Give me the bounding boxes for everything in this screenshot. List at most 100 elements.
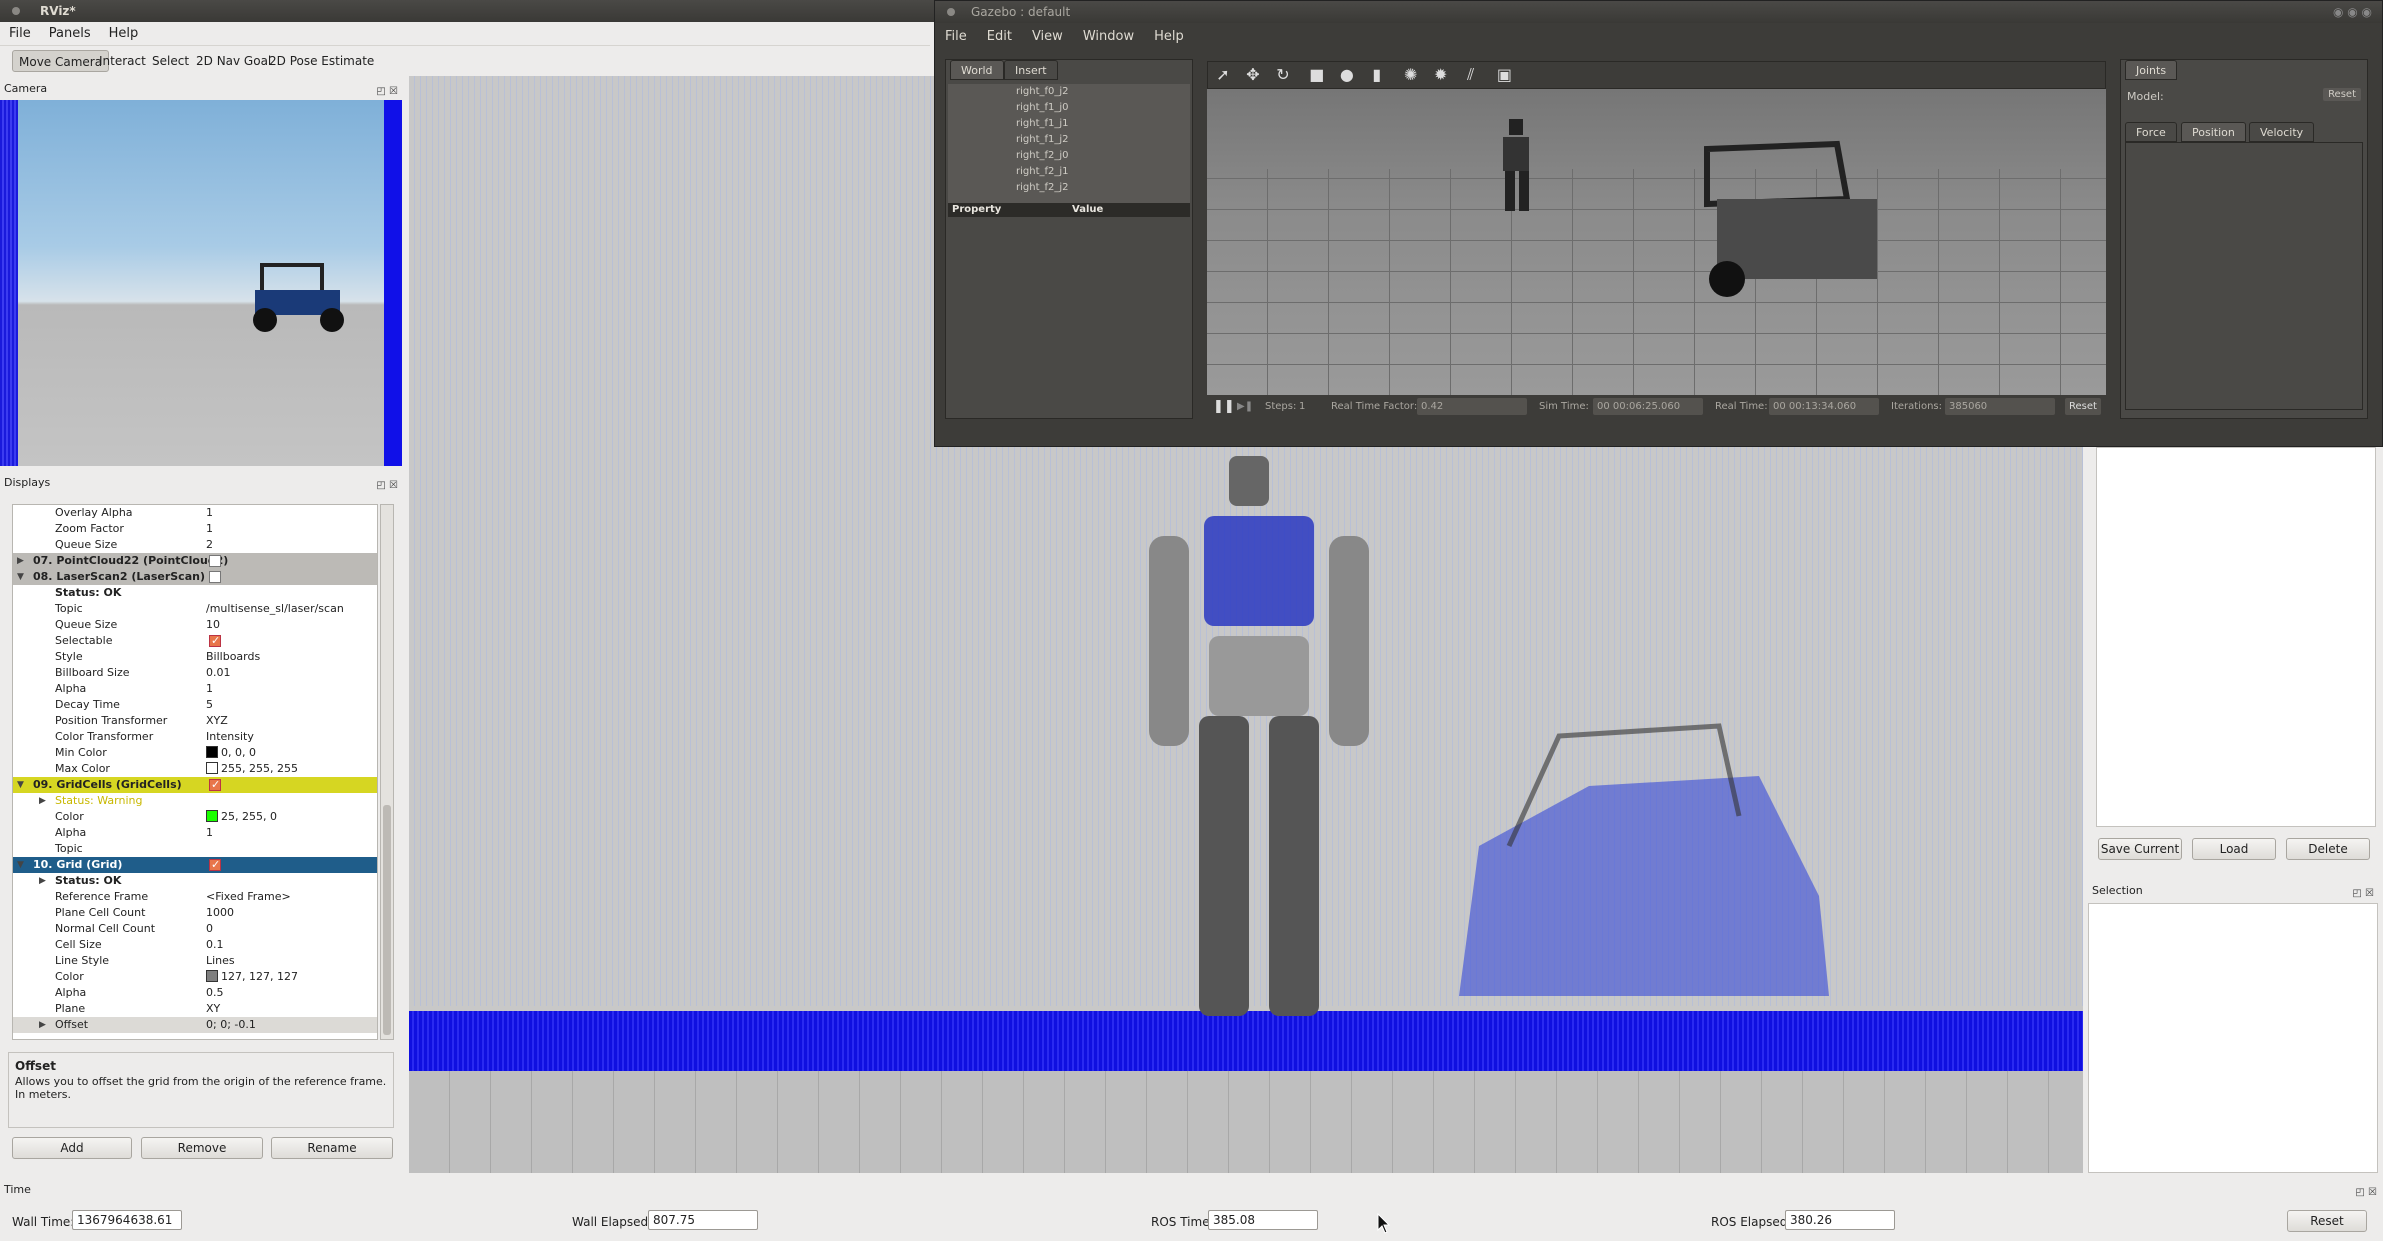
- displays-tree[interactable]: Overlay Alpha 1 Zoom Factor 1 Queue Size 2 ▶ 07…: [12, 504, 378, 1040]
- remove-button[interactable]: Remove: [141, 1137, 263, 1159]
- display-category-row[interactable]: ▼ 09. GridCells (GridCells): [13, 777, 377, 793]
- model-reset-button[interactable]: Reset: [2323, 88, 2361, 101]
- sphere-icon[interactable]: ●: [1336, 64, 1358, 86]
- tab-world[interactable]: World: [950, 60, 1004, 80]
- list-item[interactable]: right_f1_j2: [948, 132, 1190, 148]
- list-item[interactable]: right_f2_j1: [948, 164, 1190, 180]
- property-row[interactable]: Reference Frame <Fixed Frame>: [13, 889, 377, 905]
- property-row[interactable]: Topic/multisense_sl/laser/scan: [13, 601, 377, 617]
- tab-joints[interactable]: Joints: [2125, 60, 2178, 80]
- save-current-button[interactable]: Save Current: [2098, 838, 2182, 860]
- property-value[interactable]: 1000: [206, 906, 234, 919]
- property-row[interactable]: ▶ Offset 0; 0; -0.1: [13, 1017, 377, 1033]
- load-button[interactable]: Load: [2192, 838, 2276, 860]
- property-value-cell[interactable]: 1: [206, 681, 213, 697]
- property-value-cell[interactable]: Billboards: [206, 649, 260, 665]
- property-value-cell[interactable]: /multisense_sl/laser/scan: [206, 601, 344, 617]
- property-row[interactable]: Alpha 0.5: [13, 985, 377, 1001]
- property-row[interactable]: ▶ Status: OK: [13, 873, 377, 889]
- property-value-cell[interactable]: 1: [206, 521, 213, 537]
- pause-icon[interactable]: ❚❚: [1213, 398, 1235, 415]
- enable-checkbox[interactable]: [209, 777, 221, 793]
- property-value-cell[interactable]: 0.01: [206, 665, 231, 681]
- expand-right-icon[interactable]: ▶: [17, 553, 24, 569]
- property-value[interactable]: 10: [206, 618, 220, 631]
- wall-elapsed-field[interactable]: 807.75: [648, 1210, 758, 1230]
- select-tool[interactable]: Select: [146, 50, 195, 72]
- panel-float-close-icons[interactable]: ◰ ☒: [2352, 885, 2374, 903]
- list-item[interactable]: right_f0_j2: [948, 84, 1190, 100]
- property-value[interactable]: 0.1: [206, 938, 224, 951]
- property-value[interactable]: 1: [206, 506, 213, 519]
- property-value[interactable]: 0, 0, 0: [221, 746, 256, 759]
- property-value-cell[interactable]: XY: [206, 1001, 220, 1017]
- enable-checkbox[interactable]: [209, 857, 221, 873]
- display-category-row[interactable]: ▼ 10. Grid (Grid): [13, 857, 377, 873]
- views-list[interactable]: [2096, 447, 2376, 827]
- color-swatch[interactable]: [206, 970, 218, 982]
- property-value-cell[interactable]: 0: [206, 921, 213, 937]
- tab-force[interactable]: Force: [2125, 122, 2177, 142]
- gazebo-3d-scene[interactable]: [1207, 89, 2106, 395]
- gz-menu-help[interactable]: Help: [1144, 23, 1194, 51]
- enable-checkbox[interactable]: [209, 555, 221, 567]
- property-value-cell[interactable]: 1: [206, 825, 213, 841]
- property-value-cell[interactable]: 0, 0, 0: [206, 745, 256, 761]
- property-value[interactable]: 0: [206, 922, 213, 935]
- property-value-cell[interactable]: 2: [206, 537, 213, 553]
- ros-elapsed-field[interactable]: 380.26: [1785, 1210, 1895, 1230]
- rename-button[interactable]: Rename: [271, 1137, 393, 1159]
- panel-float-close-icons[interactable]: ◰ ☒: [376, 83, 398, 101]
- display-category-row[interactable]: ▶ 07. PointCloud22 (PointCloud2): [13, 553, 377, 569]
- property-row[interactable]: Color Transformer Intensity: [13, 729, 377, 745]
- property-value[interactable]: Intensity: [206, 730, 254, 743]
- enable-checkbox[interactable]: [209, 571, 221, 583]
- property-value-cell[interactable]: XYZ: [206, 713, 228, 729]
- property-row[interactable]: Queue Size 2: [13, 537, 377, 553]
- property-value-cell[interactable]: Intensity: [206, 729, 254, 745]
- gz-menu-view[interactable]: View: [1022, 23, 1073, 51]
- gz-menu-file[interactable]: File: [935, 23, 977, 51]
- list-item[interactable]: right_f1_j1: [948, 116, 1190, 132]
- property-value[interactable]: XY: [206, 1002, 220, 1015]
- list-item[interactable]: right_f2_j2: [948, 180, 1190, 196]
- expand-down-icon[interactable]: ▼: [17, 569, 24, 585]
- property-row[interactable]: Alpha 1: [13, 681, 377, 697]
- directional-light-icon[interactable]: ⫽: [1460, 64, 1482, 86]
- property-value[interactable]: /multisense_sl/laser/scan: [206, 602, 344, 615]
- property-value-cell[interactable]: 127, 127, 127: [206, 969, 298, 985]
- property-value-cell[interactable]: 255, 255, 255: [206, 761, 298, 777]
- property-row[interactable]: Overlay Alpha 1: [13, 505, 377, 521]
- property-value-cell[interactable]: 1: [206, 505, 213, 521]
- property-value-cell[interactable]: 10: [206, 617, 220, 633]
- select-arrow-icon[interactable]: ➚: [1212, 64, 1234, 86]
- joint-list[interactable]: right_f0_j2 right_f1_j0 right_f1_j1 righ…: [948, 84, 1190, 210]
- menu-file[interactable]: File: [0, 22, 40, 46]
- joint-control-area[interactable]: [2125, 142, 2363, 410]
- expand-right-icon[interactable]: ▶: [39, 873, 46, 889]
- property-value-cell[interactable]: <Fixed Frame>: [206, 889, 291, 905]
- menu-help[interactable]: Help: [100, 22, 148, 46]
- property-value-cell[interactable]: 1000: [206, 905, 234, 921]
- expand-right-icon[interactable]: ▶: [39, 1017, 46, 1033]
- property-row[interactable]: Style Billboards: [13, 649, 377, 665]
- property-value[interactable]: 1: [206, 826, 213, 839]
- panel-float-close-icons[interactable]: ◰ ☒: [376, 477, 398, 495]
- expand-right-icon[interactable]: ▶: [39, 793, 46, 809]
- time-reset-button[interactable]: Reset: [2287, 1210, 2367, 1232]
- spot-light-icon[interactable]: ✹: [1430, 64, 1452, 86]
- list-item[interactable]: right_f2_j0: [948, 148, 1190, 164]
- property-value-cell[interactable]: 0.5: [206, 985, 224, 1001]
- property-row[interactable]: Line Style Lines: [13, 953, 377, 969]
- property-value[interactable]: 255, 255, 255: [221, 762, 298, 775]
- rotate-icon[interactable]: ↻: [1272, 64, 1294, 86]
- selection-tree[interactable]: [2088, 903, 2378, 1173]
- property-row[interactable]: Selectable: [13, 633, 377, 649]
- box-icon[interactable]: ■: [1306, 64, 1328, 86]
- property-row[interactable]: Queue Size 10: [13, 617, 377, 633]
- property-value[interactable]: 0.5: [206, 986, 224, 999]
- gz-menu-edit[interactable]: Edit: [977, 23, 1022, 51]
- expand-down-icon[interactable]: ▼: [17, 777, 24, 793]
- gz-reset-button[interactable]: Reset: [2065, 398, 2101, 415]
- property-row[interactable]: Color 25, 255, 0: [13, 809, 377, 825]
